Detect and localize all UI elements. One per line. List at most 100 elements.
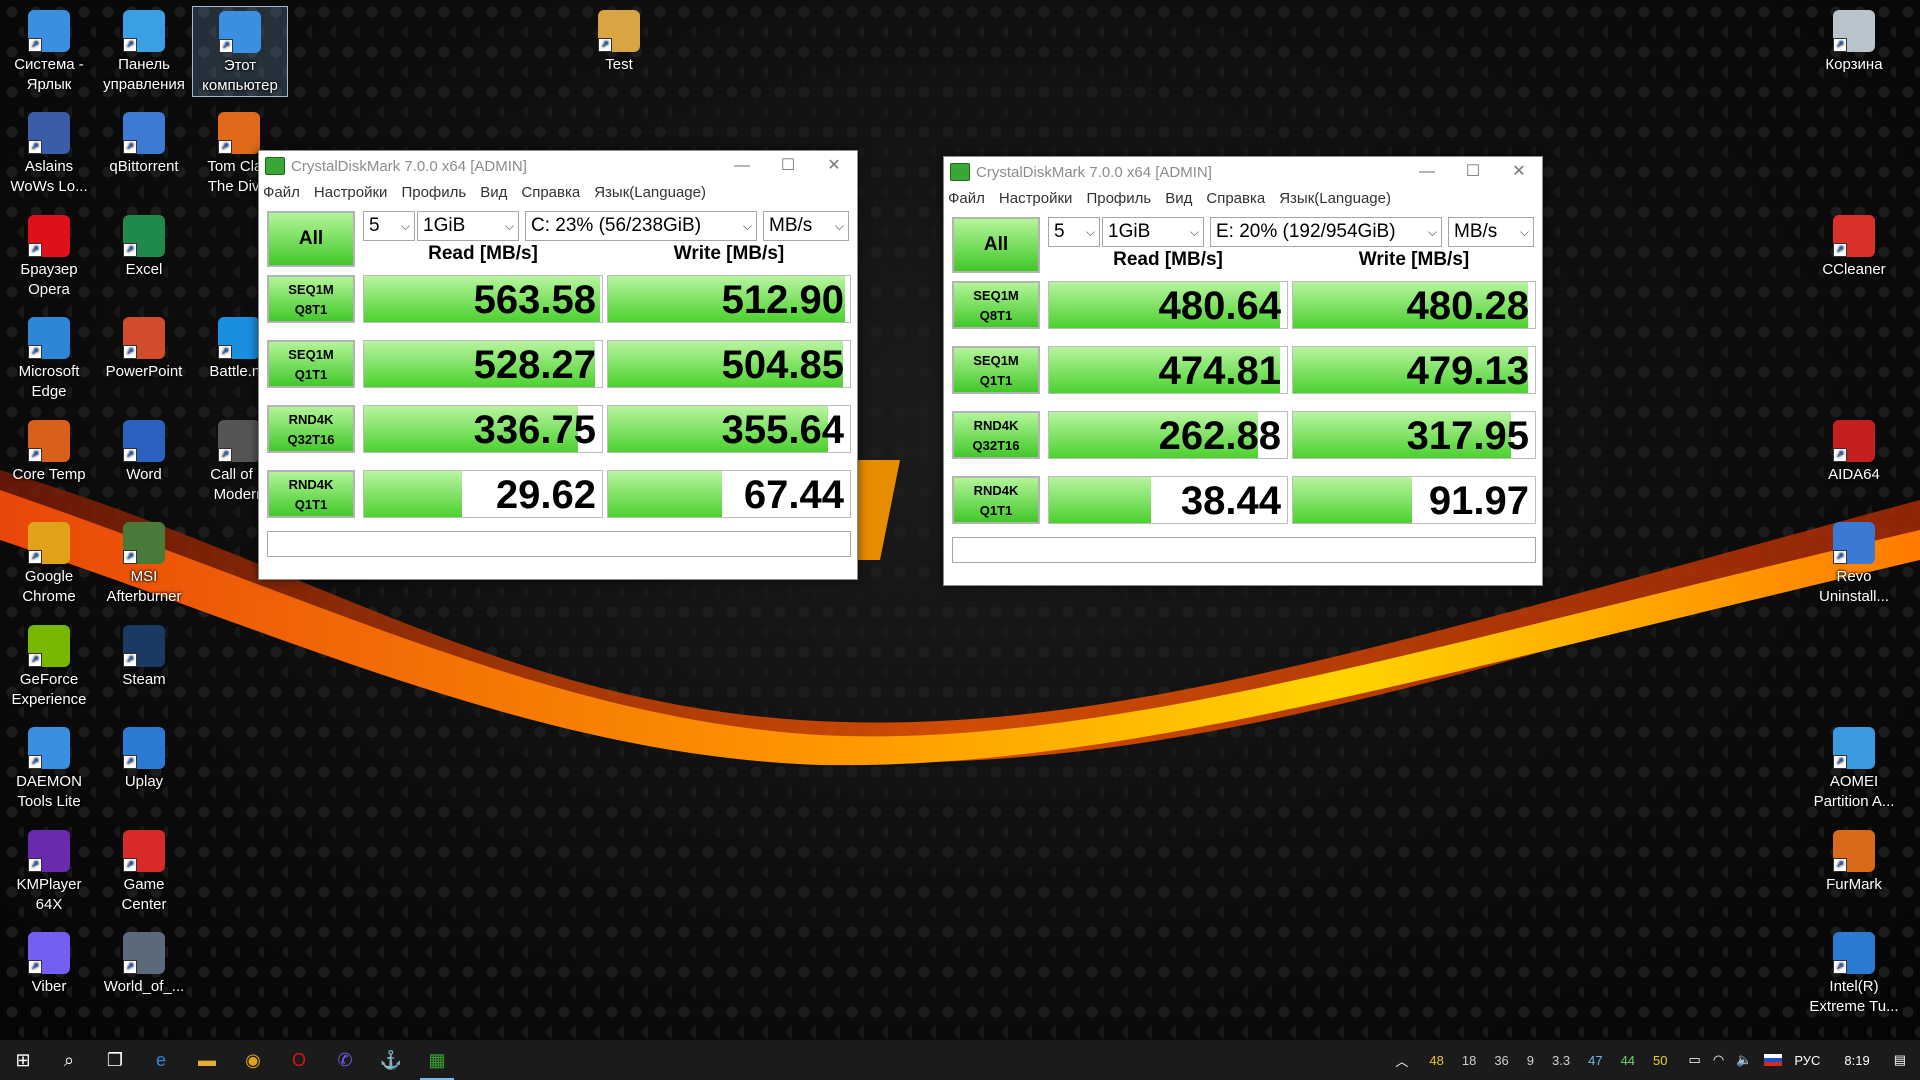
- chevron-up-icon[interactable]: ︿: [1395, 1051, 1408, 1070]
- desktop-icon-aslains[interactable]: ↗ Aslains WoWs Lo...: [2, 108, 96, 197]
- desktop-icon-word[interactable]: ↗ Word: [97, 416, 191, 485]
- taskbar-world-of-warships-button[interactable]: ⚓: [368, 1040, 414, 1080]
- desktop-icon-folder[interactable]: ↗ Test: [572, 6, 666, 75]
- test-size-select[interactable]: 1GiB ⌵: [1102, 217, 1204, 247]
- menu-item[interactable]: Файл: [948, 190, 985, 207]
- desktop-icon-edge[interactable]: ↗ Microsoft Edge: [2, 313, 96, 402]
- desktop-icon-uplay[interactable]: ↗ Uplay: [97, 723, 191, 792]
- edge-icon: ↗: [28, 317, 70, 359]
- title-bar[interactable]: CrystalDiskMark 7.0.0 x64 [ADMIN] — ☐ ✕: [259, 151, 857, 181]
- desktop-icon-ccleaner[interactable]: ↗ CCleaner: [1807, 211, 1901, 280]
- all-button[interactable]: All: [952, 217, 1040, 273]
- menu-item[interactable]: Справка: [1206, 190, 1265, 207]
- shortcut-arrow-icon: ↗: [28, 550, 42, 564]
- desktop-icon-coretemp[interactable]: ↗ Core Temp: [2, 416, 96, 485]
- desktop-icon-chrome[interactable]: ↗ Google Chrome: [2, 518, 96, 607]
- menu-item[interactable]: Справка: [521, 184, 580, 201]
- all-button[interactable]: All: [267, 211, 355, 267]
- desktop-icon-geforce[interactable]: ↗ GeForce Experience: [2, 621, 96, 710]
- taskbar-crystaldiskmark-button[interactable]: ▦: [414, 1040, 460, 1080]
- minimize-button[interactable]: —: [719, 151, 765, 181]
- read-result-value: 474.81: [1158, 349, 1281, 393]
- taskbar-chrome-button[interactable]: ◉: [230, 1040, 276, 1080]
- minimize-button[interactable]: —: [1404, 157, 1450, 187]
- read-result-cell: 29.62: [363, 470, 603, 518]
- test-button[interactable]: RND4K Q32T16: [952, 411, 1040, 459]
- desktop-icon-opera[interactable]: ↗ Браузер Opera: [2, 211, 96, 300]
- drive-select[interactable]: C: 23% (56/238GiB) ⌵: [525, 211, 757, 241]
- desktop-icon-powerpoint[interactable]: ↗ PowerPoint: [97, 313, 191, 382]
- menu-item[interactable]: Настройки: [314, 184, 388, 201]
- unit-select[interactable]: MB/s ⌵: [763, 211, 849, 241]
- desktop-icon-furmark[interactable]: ↗ FurMark: [1807, 826, 1901, 895]
- maximize-button[interactable]: ☐: [1450, 157, 1496, 187]
- desktop-icon-kmplayer[interactable]: ↗ KMPlayer 64X: [2, 826, 96, 915]
- test-size-select[interactable]: 1GiB ⌵: [417, 211, 519, 241]
- menu-item[interactable]: Язык(Language): [1279, 190, 1391, 207]
- notifications-icon[interactable]: ▤: [1894, 1052, 1906, 1068]
- menu-item[interactable]: Настройки: [999, 190, 1073, 207]
- close-button[interactable]: ✕: [1496, 157, 1542, 187]
- test-count-select[interactable]: 5 ⌵: [363, 211, 415, 241]
- test-button[interactable]: RND4K Q1T1: [952, 476, 1040, 524]
- desktop-icon-label: Google Chrome: [22, 568, 76, 605]
- taskbar-start-button[interactable]: ⊞: [0, 1040, 46, 1080]
- explorer-icon: ▬: [198, 1049, 216, 1070]
- maximize-button[interactable]: ☐: [765, 151, 811, 181]
- close-button[interactable]: ✕: [811, 151, 857, 181]
- desktop-icon-recycle-bin[interactable]: ↗ Корзина: [1807, 6, 1901, 75]
- desktop-icon-revo[interactable]: ↗ Revo Uninstall...: [1807, 518, 1901, 607]
- shortcut-arrow-icon: ↗: [28, 243, 42, 257]
- taskbar-opera-button[interactable]: O: [276, 1040, 322, 1080]
- test-count-select[interactable]: 5 ⌵: [1048, 217, 1100, 247]
- aslains-icon: ↗: [28, 112, 70, 154]
- test-button[interactable]: SEQ1M Q1T1: [952, 346, 1040, 394]
- taskbar-explorer-button[interactable]: ▬: [184, 1040, 230, 1080]
- comment-field[interactable]: [267, 531, 851, 557]
- menu-item[interactable]: Язык(Language): [594, 184, 706, 201]
- desktop-icon-this-pc[interactable]: ↗ Этот компьютер: [192, 6, 288, 97]
- menu-item[interactable]: Вид: [1165, 190, 1192, 207]
- test-queue: Q1T1: [294, 497, 328, 512]
- test-button[interactable]: SEQ1M Q8T1: [267, 275, 355, 323]
- taskbar-viber-button[interactable]: ✆: [322, 1040, 368, 1080]
- comment-field[interactable]: [952, 537, 1536, 563]
- tray-monitor-value: 9: [1526, 1052, 1535, 1068]
- chrome-icon: ↗: [28, 522, 70, 564]
- menu-item[interactable]: Файл: [263, 184, 300, 201]
- taskbar: ⊞ ⌕ ❐ e ▬ ◉ O ✆ ⚓ ▦ ︿ 48 18 36 9 3.3 47 44 50 ▭ ◠ 🔈 РУС …: [0, 1040, 1920, 1080]
- taskbar-edge-button[interactable]: e: [138, 1040, 184, 1080]
- battery-icon[interactable]: ▭: [1689, 1052, 1701, 1068]
- test-button[interactable]: SEQ1M Q1T1: [267, 340, 355, 388]
- test-button[interactable]: RND4K Q32T16: [267, 405, 355, 453]
- desktop-icon-intel-xtu[interactable]: ↗ Intel(R) Extreme Tu...: [1807, 928, 1901, 1017]
- desktop-icon-viber[interactable]: ↗ Viber: [2, 928, 96, 997]
- desktop-icon-world-of-warships[interactable]: ↗ World_of_...: [97, 928, 191, 997]
- test-button[interactable]: SEQ1M Q8T1: [952, 281, 1040, 329]
- taskbar-task-view-button[interactable]: ❐: [92, 1040, 138, 1080]
- steam-icon: ↗: [123, 625, 165, 667]
- desktop-icon-control-panel[interactable]: ↗ Панель управления: [97, 6, 191, 95]
- desktop-icon-computer[interactable]: ↗ Система - Ярлык: [2, 6, 96, 95]
- wifi-icon[interactable]: ◠: [1713, 1052, 1724, 1068]
- desktop-icon-game-center[interactable]: ↗ Game Center: [97, 826, 191, 915]
- desktop-icon-msi-afterburner[interactable]: ↗ MSI Afterburner: [97, 518, 191, 607]
- clock[interactable]: 8:19: [1844, 1053, 1869, 1068]
- menu-item[interactable]: Вид: [480, 184, 507, 201]
- menu-item[interactable]: Профиль: [1086, 190, 1151, 207]
- title-bar[interactable]: CrystalDiskMark 7.0.0 x64 [ADMIN] — ☐ ✕: [944, 157, 1542, 187]
- unit-select[interactable]: MB/s ⌵: [1448, 217, 1534, 247]
- drive-select[interactable]: E: 20% (192/954GiB) ⌵: [1210, 217, 1442, 247]
- test-button[interactable]: RND4K Q1T1: [267, 470, 355, 518]
- volume-icon[interactable]: 🔈: [1736, 1052, 1752, 1068]
- desktop-icon-daemon-tools[interactable]: ↗ DAEMON Tools Lite: [2, 723, 96, 812]
- desktop-icon-steam[interactable]: ↗ Steam: [97, 621, 191, 690]
- menu-item[interactable]: Профиль: [401, 184, 466, 201]
- desktop-icon-aomei[interactable]: ↗ AOMEI Partition A...: [1807, 723, 1901, 812]
- language-indicator[interactable]: РУС: [1794, 1053, 1820, 1068]
- desktop-icon-qbittorrent[interactable]: ↗ qBittorrent: [97, 108, 191, 177]
- taskbar-search-button[interactable]: ⌕: [46, 1040, 92, 1080]
- desktop-icon-aida64[interactable]: ↗ AIDA64: [1807, 416, 1901, 485]
- desktop-icon-excel[interactable]: ↗ Excel: [97, 211, 191, 280]
- shortcut-arrow-icon: ↗: [218, 448, 232, 462]
